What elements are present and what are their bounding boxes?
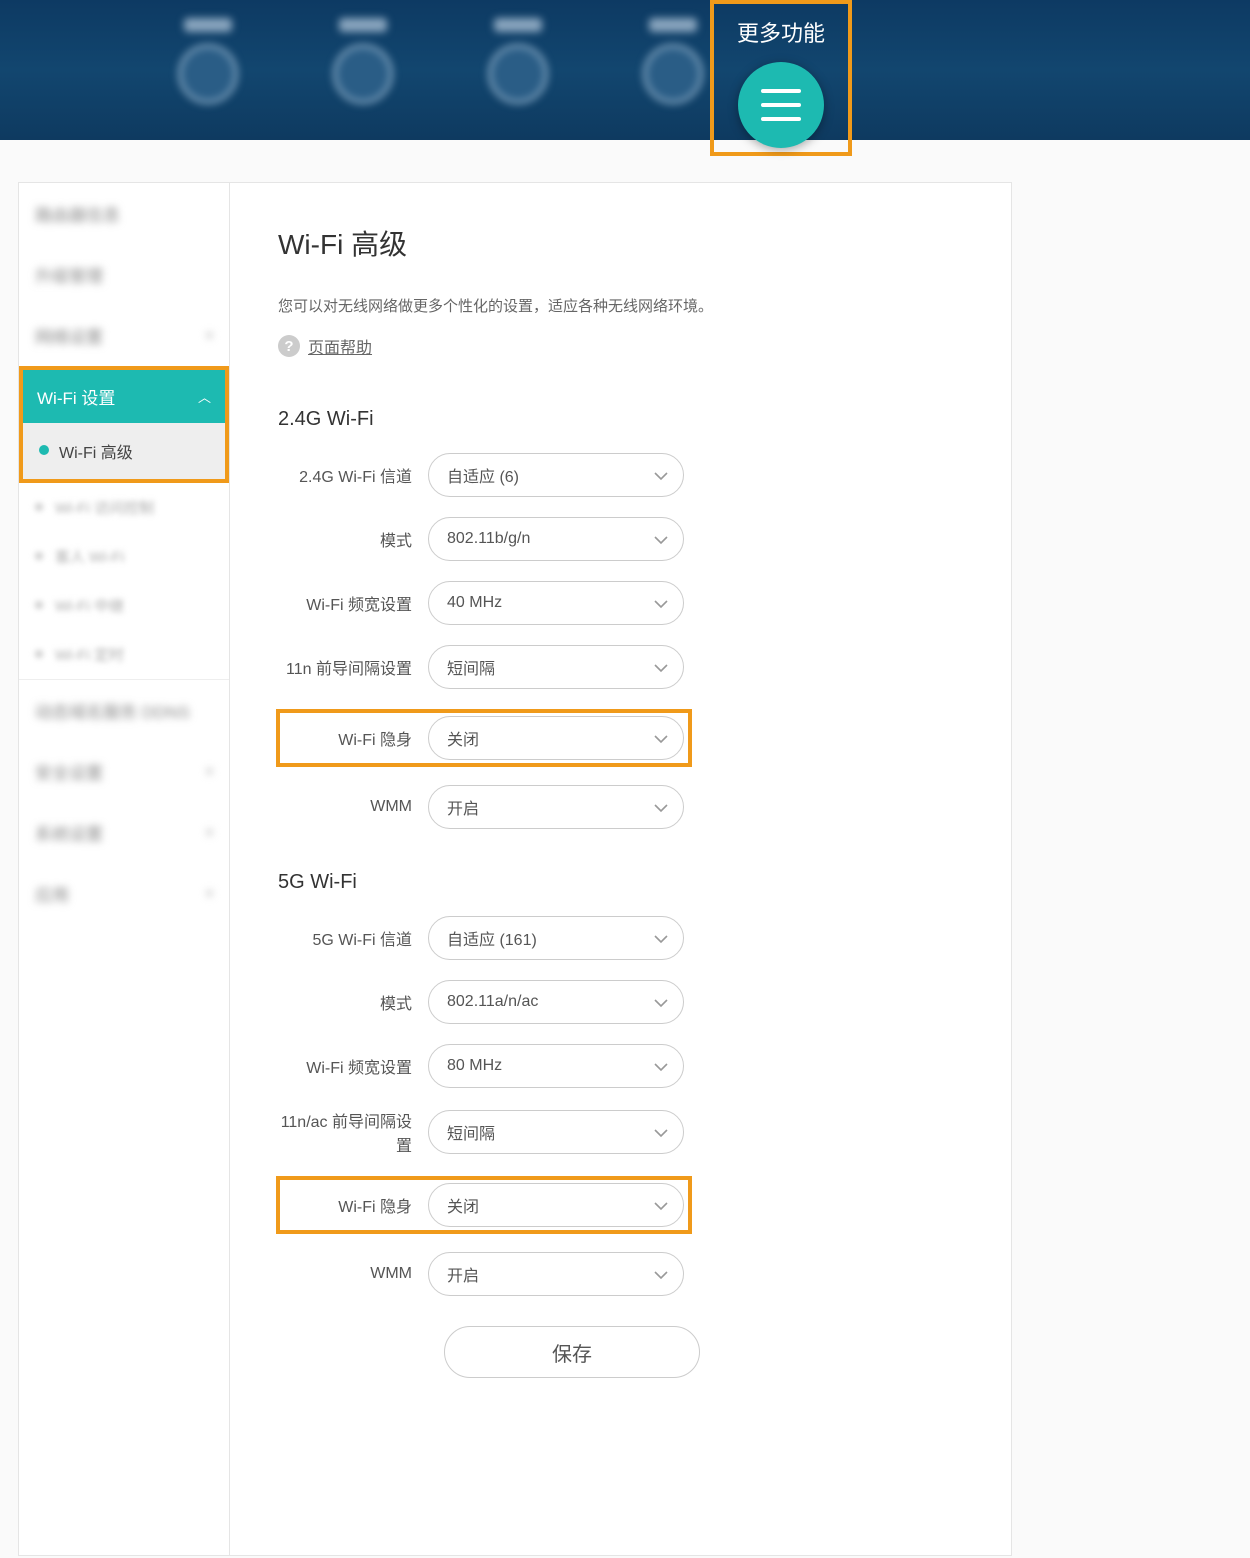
main-content: Wi-Fi 高级 您可以对无线网络做更多个性化的设置，适应各种无线网络环境。 ?… <box>230 183 1011 1555</box>
select-24g-bandwidth[interactable]: 40 MHz <box>428 581 684 625</box>
chevron-down-icon <box>653 731 667 745</box>
label-5g-bandwidth: Wi-Fi 频宽设置 <box>278 1054 428 1078</box>
save-button-label: 保存 <box>552 1338 592 1367</box>
sidebar-item-blurred[interactable]: 动态域名服务 DDNS <box>19 680 229 741</box>
top-nav-item-blurred <box>440 18 595 104</box>
page-description: 您可以对无线网络做更多个性化的设置，适应各种无线网络环境。 <box>278 295 971 316</box>
chevron-down-icon <box>653 1059 667 1073</box>
select-5g-bandwidth[interactable]: 80 MHz <box>428 1044 684 1088</box>
select-value: 短间隔 <box>447 655 495 679</box>
select-value: 短间隔 <box>447 1120 495 1144</box>
select-5g-guard-interval[interactable]: 短间隔 <box>428 1110 684 1154</box>
chevron-up-icon: ︿ <box>198 387 211 406</box>
label-5g-hide: Wi-Fi 隐身 <box>280 1193 428 1217</box>
select-value: 80 MHz <box>447 1057 502 1075</box>
select-5g-wmm[interactable]: 开启 <box>428 1252 684 1296</box>
save-button[interactable]: 保存 <box>444 1326 700 1378</box>
select-5g-mode[interactable]: 802.11a/n/ac <box>428 980 684 1024</box>
sidebar-item-wifi-settings[interactable]: Wi-Fi 设置 ︿ <box>23 370 225 423</box>
help-icon: ? <box>278 335 300 357</box>
top-nav: 更多功能 <box>0 0 1250 140</box>
select-value: 自适应 (6) <box>447 463 519 487</box>
chevron-down-icon <box>653 1198 667 1212</box>
highlight-5g-hide: Wi-Fi 隐身 关闭 <box>276 1176 692 1234</box>
select-5g-channel[interactable]: 自适应 (161) <box>428 916 684 960</box>
help-link-text: 页面帮助 <box>308 334 372 358</box>
sidebar-item-blurred[interactable]: 路由器信息 <box>19 183 229 244</box>
section-5g-title: 5G Wi-Fi <box>278 871 971 894</box>
more-functions-label: 更多功能 <box>737 16 825 48</box>
select-value: 802.11a/n/ac <box>447 993 538 1011</box>
sidebar-item-blurred[interactable]: 安全设置 ▾ <box>19 741 229 802</box>
select-24g-hide[interactable]: 关闭 <box>428 716 684 760</box>
sidebar-item-label: Wi-Fi 设置 <box>37 384 115 409</box>
top-nav-item-blurred <box>130 18 285 104</box>
chevron-down-icon <box>653 931 667 945</box>
section-24g-title: 2.4G Wi-Fi <box>278 408 971 431</box>
sidebar-item-blurred[interactable]: 应用 ▾ <box>19 863 229 924</box>
sidebar-subitem-blurred[interactable]: Wi-Fi 访问控制 <box>19 483 229 532</box>
page-container: 路由器信息 升级管理 网络设置 ▾ Wi-Fi 设置 ︿ Wi-Fi 高级 Wi… <box>18 182 1012 1556</box>
page-title: Wi-Fi 高级 <box>278 223 971 263</box>
select-value: 40 MHz <box>447 594 502 612</box>
sidebar-subitem-blurred[interactable]: 客人 Wi-Fi <box>19 532 229 581</box>
sidebar-item-blurred[interactable]: 网络设置 ▾ <box>19 305 229 366</box>
sidebar-subitem-blurred[interactable]: Wi-Fi 中继 <box>19 581 229 630</box>
label-24g-mode: 模式 <box>278 527 428 551</box>
chevron-down-icon <box>653 468 667 482</box>
chevron-down-icon: ▾ <box>206 824 213 841</box>
chevron-down-icon <box>653 1267 667 1281</box>
sidebar-subitem-wifi-advanced[interactable]: Wi-Fi 高级 <box>23 423 225 479</box>
label-24g-channel: 2.4G Wi-Fi 信道 <box>278 463 428 487</box>
highlight-24g-hide: Wi-Fi 隐身 关闭 <box>276 709 692 767</box>
more-functions-highlight: 更多功能 <box>710 0 852 156</box>
more-functions-button[interactable] <box>738 62 824 148</box>
hamburger-icon <box>761 84 801 126</box>
label-5g-channel: 5G Wi-Fi 信道 <box>278 926 428 950</box>
label-24g-bandwidth: Wi-Fi 频宽设置 <box>278 591 428 615</box>
top-nav-item-blurred <box>285 18 440 104</box>
chevron-down-icon: ▾ <box>206 327 213 344</box>
page-help-link[interactable]: ? 页面帮助 <box>278 334 971 358</box>
label-24g-hide: Wi-Fi 隐身 <box>280 726 428 750</box>
select-24g-guard-interval[interactable]: 短间隔 <box>428 645 684 689</box>
chevron-down-icon <box>653 1125 667 1139</box>
select-5g-hide[interactable]: 关闭 <box>428 1183 684 1227</box>
select-value: 开启 <box>447 1262 479 1286</box>
form-24g: 2.4G Wi-Fi 信道 自适应 (6) 模式 802.11b/g/n Wi-… <box>278 453 971 829</box>
label-5g-mode: 模式 <box>278 990 428 1014</box>
sidebar: 路由器信息 升级管理 网络设置 ▾ Wi-Fi 设置 ︿ Wi-Fi 高级 Wi… <box>19 183 230 1555</box>
sidebar-wifi-highlight: Wi-Fi 设置 ︿ Wi-Fi 高级 <box>19 366 229 483</box>
select-24g-wmm[interactable]: 开启 <box>428 785 684 829</box>
label-5g-guard-interval: 11n/ac 前导间隔设置 <box>278 1108 428 1156</box>
select-24g-channel[interactable]: 自适应 (6) <box>428 453 684 497</box>
chevron-down-icon: ▾ <box>206 885 213 902</box>
select-value: 关闭 <box>447 726 479 750</box>
label-5g-wmm: WMM <box>278 1265 428 1283</box>
chevron-down-icon: ▾ <box>206 763 213 780</box>
form-5g: 5G Wi-Fi 信道 自适应 (161) 模式 802.11a/n/ac Wi… <box>278 916 971 1296</box>
select-value: 自适应 (161) <box>447 926 537 950</box>
chevron-down-icon <box>653 995 667 1009</box>
select-value: 802.11b/g/n <box>447 530 530 548</box>
sidebar-item-blurred[interactable]: 系统设置 ▾ <box>19 802 229 863</box>
sidebar-item-label: Wi-Fi 高级 <box>59 445 133 462</box>
label-24g-guard-interval: 11n 前导间隔设置 <box>278 655 428 679</box>
select-24g-mode[interactable]: 802.11b/g/n <box>428 517 684 561</box>
select-value: 关闭 <box>447 1193 479 1217</box>
label-24g-wmm: WMM <box>278 798 428 816</box>
chevron-down-icon <box>653 596 667 610</box>
chevron-down-icon <box>653 532 667 546</box>
chevron-down-icon <box>653 800 667 814</box>
sidebar-item-blurred[interactable]: 升级管理 <box>19 244 229 305</box>
sidebar-subitem-blurred[interactable]: Wi-Fi 定时 <box>19 630 229 679</box>
chevron-down-icon <box>653 660 667 674</box>
select-value: 开启 <box>447 795 479 819</box>
